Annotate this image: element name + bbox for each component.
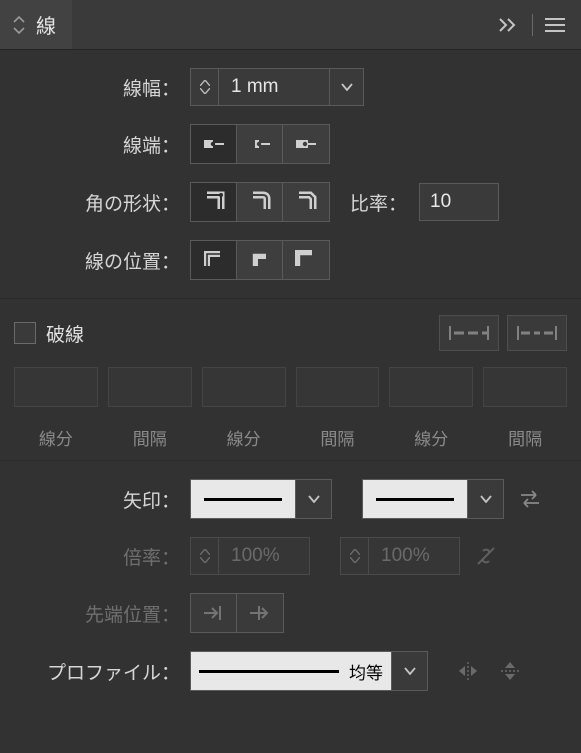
arrow-label: 矢印：	[14, 486, 190, 513]
updown-icon	[8, 16, 30, 34]
chevron-down-icon[interactable]	[295, 480, 331, 518]
arrow-end-scale-value: 100%	[369, 538, 459, 574]
dash-col-label: 間隔	[296, 425, 380, 450]
dash-col-label: 間隔	[483, 425, 567, 450]
chevron-down-icon[interactable]	[391, 652, 427, 690]
panel-menu-icon[interactable]	[545, 17, 565, 33]
flip-horizontal-icon	[454, 658, 482, 684]
dash-col-label: 線分	[389, 425, 473, 450]
gap-input-3[interactable]	[483, 367, 567, 407]
weight-dropdown[interactable]	[329, 69, 363, 105]
dashed-checkbox[interactable]	[14, 322, 36, 344]
chevron-down-icon[interactable]	[467, 480, 503, 518]
profile-select[interactable]: 均等	[190, 651, 428, 691]
arrow-start-scale-value: 100%	[219, 538, 309, 574]
stepper-arrows-icon	[341, 538, 369, 574]
corner-round-button[interactable]	[237, 183, 283, 221]
arrow-scale-label: 倍率：	[14, 543, 190, 570]
dash-col-label: 線分	[14, 425, 98, 450]
profile-preview: 均等	[191, 652, 391, 690]
stepper-arrows-icon[interactable]	[191, 69, 219, 105]
weight-value[interactable]: 1 mm	[219, 69, 329, 105]
gap-input-2[interactable]	[296, 367, 380, 407]
miter-ratio-input[interactable]: 10	[419, 183, 499, 221]
arrow-end-scale: 100%	[340, 537, 460, 575]
arrow-end-select[interactable]	[362, 479, 504, 519]
cap-round-button[interactable]	[237, 125, 283, 163]
arrow-end-preview	[363, 480, 467, 518]
dash-col-label: 間隔	[108, 425, 192, 450]
profile-label: プロファイル：	[14, 658, 190, 685]
panel-tabbar: 線	[0, 0, 581, 50]
dash-col-label: 線分	[202, 425, 286, 450]
align-center-button[interactable]	[191, 241, 237, 279]
stepper-arrows-icon	[191, 538, 219, 574]
swap-arrowheads-icon[interactable]	[512, 489, 548, 509]
tip-at-end-button	[237, 594, 283, 632]
arrow-tip-label: 先端位置：	[14, 600, 190, 627]
weight-stepper[interactable]: 1 mm	[190, 68, 364, 106]
align-outside-button[interactable]	[283, 241, 329, 279]
align-inside-button[interactable]	[237, 241, 283, 279]
profile-value: 均等	[349, 659, 383, 684]
divider	[532, 14, 533, 36]
gap-input-1[interactable]	[108, 367, 192, 407]
dashed-title: 破線	[46, 320, 439, 347]
dash-input-1[interactable]	[14, 367, 98, 407]
cap-projecting-button[interactable]	[283, 125, 329, 163]
dash-input-2[interactable]	[202, 367, 286, 407]
tip-extend-button	[191, 594, 237, 632]
cap-butt-button[interactable]	[191, 125, 237, 163]
dash-align-preserve-button[interactable]	[439, 315, 499, 351]
tab-stroke-label: 線	[36, 10, 56, 39]
dash-input-3[interactable]	[389, 367, 473, 407]
weight-label: 線幅：	[14, 74, 190, 101]
flip-vertical-icon	[496, 658, 524, 684]
dash-align-fit-button[interactable]	[507, 315, 567, 351]
miter-ratio-label: 比率：	[350, 189, 407, 216]
cap-label: 線端：	[14, 131, 190, 158]
arrow-start-select[interactable]	[190, 479, 332, 519]
corner-label: 角の形状：	[14, 189, 190, 216]
corner-bevel-button[interactable]	[283, 183, 329, 221]
align-label: 線の位置：	[14, 247, 190, 274]
arrow-start-scale: 100%	[190, 537, 310, 575]
corner-miter-button[interactable]	[191, 183, 237, 221]
tab-stroke[interactable]: 線	[0, 0, 72, 49]
collapse-icon[interactable]	[498, 17, 520, 33]
arrow-start-preview	[191, 480, 295, 518]
link-scale-icon	[468, 545, 504, 567]
